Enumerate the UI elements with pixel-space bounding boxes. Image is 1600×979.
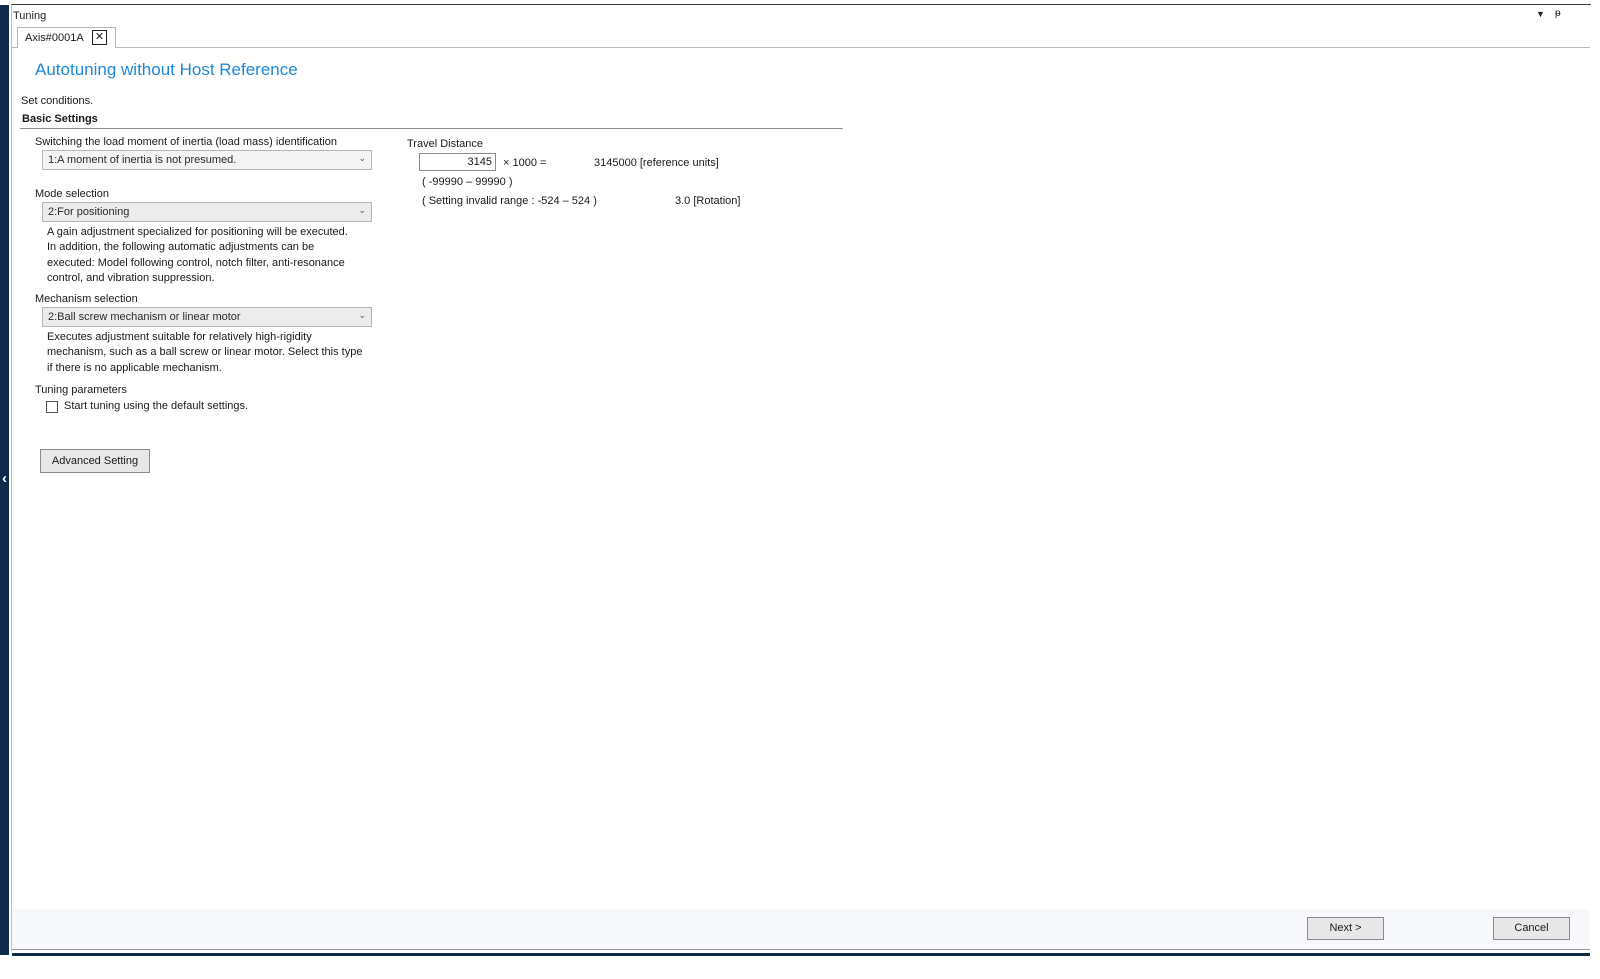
bottom-divider [12, 949, 1590, 950]
mode-description-line: A gain adjustment specialized for positi… [47, 226, 348, 238]
mechanism-description-line: mechanism, such as a ball screw or linea… [47, 346, 363, 359]
pin-icon[interactable]: ᵽ [1555, 8, 1561, 19]
instruction-text: Set conditions. [21, 95, 94, 107]
mode-description-line: control, and vibration suppression. [47, 271, 215, 284]
inertia-select[interactable]: 1:A moment of inertia is not presumed. ⌄ [42, 150, 372, 170]
chevron-left-icon[interactable]: ‹ [0, 470, 9, 488]
mode-select-value: 2:For positioning [48, 206, 130, 218]
advanced-setting-button[interactable]: Advanced Setting [40, 449, 150, 473]
mode-select[interactable]: 2:For positioning ⌄ [42, 202, 372, 222]
tuning-params-label: Tuning parameters [35, 384, 127, 396]
mechanism-label: Mechanism selection [35, 293, 138, 305]
mode-description-line: executed: Model following control, notch… [47, 256, 345, 269]
mode-description: A gain adjustment specialized for positi… [47, 225, 377, 286]
travel-multiplier: × 1000 = [503, 157, 547, 169]
travel-range: ( -99990 – 99990 ) [422, 176, 513, 188]
bottom-strip [12, 953, 1590, 956]
travel-distance-label: Travel Distance [407, 138, 484, 150]
dropdown-triangle-icon[interactable]: ▼ [1536, 9, 1545, 19]
travel-distance-input[interactable]: 3145 [419, 153, 496, 171]
next-button[interactable]: Next > [1307, 917, 1384, 940]
mechanism-description: Executes adjustment suitable for relativ… [47, 330, 377, 376]
default-settings-checkbox-label[interactable]: Start tuning using the default settings. [64, 400, 248, 412]
close-icon[interactable]: ✕ [92, 30, 107, 45]
mode-label: Mode selection [35, 188, 109, 200]
inertia-select-value: 1:A moment of inertia is not presumed. [48, 154, 237, 166]
mode-description-line: In addition, the following automatic adj… [47, 241, 315, 254]
travel-invalid-range: ( Setting invalid range : -524 – 524 ) [422, 195, 597, 207]
mechanism-select[interactable]: 2:Ball screw mechanism or linear motor ⌄ [42, 307, 372, 327]
chevron-down-icon: ⌄ [358, 310, 366, 320]
window-title: Tuning [13, 10, 47, 22]
tab-label: Axis#0001A [25, 32, 84, 44]
inertia-label: Switching the load moment of inertia (lo… [35, 136, 338, 148]
cancel-button[interactable]: Cancel [1493, 917, 1570, 940]
section-divider [20, 128, 843, 129]
section-title: Basic Settings [22, 113, 98, 125]
mechanism-description-line: if there is no applicable mechanism. [47, 361, 222, 374]
mechanism-select-value: 2:Ball screw mechanism or linear motor [48, 311, 241, 323]
tab-axis[interactable]: Axis#0001A ✕ [17, 27, 116, 48]
page-title: Autotuning without Host Reference [35, 60, 298, 79]
travel-distance-input-value: 3145 [467, 156, 492, 168]
chevron-down-icon: ⌄ [358, 153, 366, 163]
travel-rotation: 3.0 [Rotation] [675, 195, 741, 207]
travel-result: 3145000 [reference units] [594, 157, 719, 169]
chevron-down-icon: ⌄ [358, 205, 366, 215]
default-settings-checkbox[interactable] [46, 401, 58, 413]
mechanism-description-line: Executes adjustment suitable for relativ… [47, 331, 312, 343]
tab-strip-divider [12, 47, 1590, 48]
